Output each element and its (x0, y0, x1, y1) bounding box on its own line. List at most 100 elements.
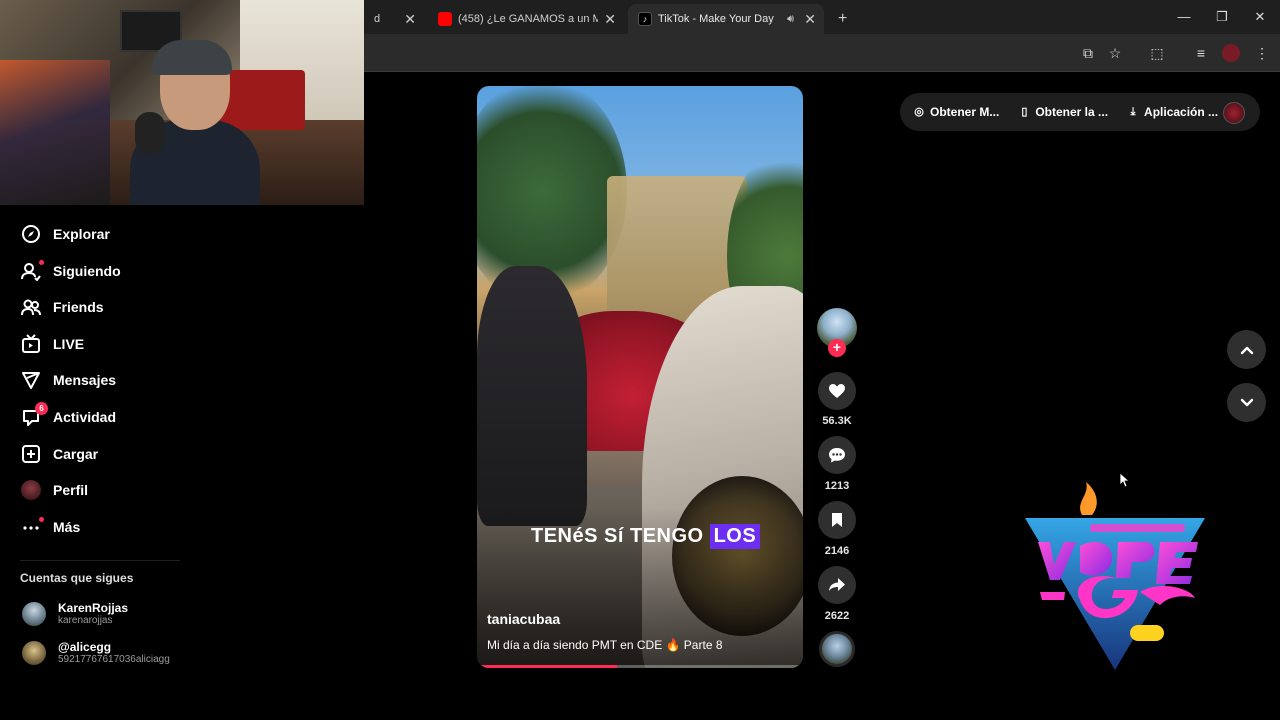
close-icon[interactable]: ✕ (404, 11, 416, 28)
phone-icon: ▯ (1021, 106, 1028, 118)
comment-count: 1213 (824, 480, 850, 492)
sidebar-item-explorar[interactable]: Explorar (20, 220, 110, 248)
video-player[interactable]: TENéS Sí TENGO LOS taniacubaa Mi día a d… (477, 86, 803, 668)
sidebar-divider (20, 560, 180, 561)
tab-2[interactable]: (458) ¿Le GANAMOS a un MILA ✕ (428, 4, 624, 34)
like-button[interactable] (818, 372, 856, 410)
close-window-icon[interactable]: ✕ (1248, 6, 1272, 28)
account-handle: karenarojjas (58, 615, 113, 626)
video-scene (477, 266, 587, 526)
sidebar-item-label: Explorar (53, 226, 110, 242)
screen: d ✕ (458) ¿Le GANAMOS a un MILA ✕ ♪ TikT… (0, 0, 1280, 720)
get-coins-button[interactable]: ◎ Obtener M... (912, 105, 999, 119)
profile-avatar[interactable] (1222, 44, 1240, 62)
minimize-icon[interactable]: — (1172, 6, 1196, 28)
close-icon[interactable]: ✕ (804, 11, 816, 28)
video-description: Mi día a día siendo PMT en CDE 🔥 Parte 8 (487, 638, 723, 652)
maximize-icon[interactable]: ❐ (1210, 6, 1234, 28)
following-account[interactable]: @alicegg 59217767617036aliciagg (22, 638, 170, 668)
tiktok-icon: ♪ (638, 12, 652, 26)
tab-title: TikTok - Make Your Day (658, 13, 774, 25)
caption-highlight: LOS (709, 524, 761, 549)
activity-badge: 6 (35, 402, 48, 415)
desktop-app-button[interactable]: ⤓ Aplicación ... (1126, 105, 1218, 119)
tab-3[interactable]: ♪ TikTok - Make Your Day 🔊︎ ✕ (628, 4, 824, 34)
sidebar-item-label: LIVE (53, 336, 85, 352)
avatar (22, 602, 46, 626)
sidebar-item-label: Más (53, 519, 81, 535)
share-count: 2622 (824, 610, 850, 622)
comment-icon (829, 448, 845, 463)
speaker-icon[interactable]: 🔊︎ (787, 13, 794, 26)
save-count: 2146 (824, 545, 850, 557)
pill-label: Aplicación ... (1144, 105, 1219, 119)
caption-text: TENéS Sí TENGO (531, 525, 704, 547)
account-name: KarenRojjas (58, 601, 129, 615)
heart-icon (829, 384, 845, 398)
following-icon (20, 260, 44, 282)
previous-video-button[interactable] (1227, 330, 1266, 369)
sidebar-item-mensajes[interactable]: Mensajes (20, 366, 116, 394)
star-icon[interactable]: ☆ (1105, 43, 1125, 63)
sidebar-item-siguiendo[interactable]: Siguiendo (20, 257, 121, 285)
youtube-icon (438, 12, 452, 26)
sidebar-item-cargar[interactable]: Cargar (20, 440, 98, 468)
account-name: @alicegg (58, 640, 112, 654)
share-icon (829, 578, 845, 591)
webcam-microphone (135, 112, 165, 154)
webcam-overlay (0, 0, 364, 205)
webcam-cap (152, 40, 232, 75)
activity-icon: 6 (20, 402, 48, 428)
sidebar-item-live[interactable]: LIVE (20, 330, 84, 358)
following-section-title: Cuentas que sigues (20, 571, 134, 585)
sidebar-item-friends[interactable]: Friends (20, 293, 104, 321)
follow-plus-icon[interactable]: + (828, 339, 846, 357)
like-count: 56.3K (822, 415, 852, 427)
extensions-icon[interactable]: ⬚ (1147, 43, 1167, 63)
close-icon[interactable]: ✕ (604, 11, 616, 28)
save-button[interactable] (818, 501, 856, 539)
sidebar-item-label: Perfil (53, 482, 89, 498)
sidebar-item-perfil[interactable]: Perfil (20, 476, 88, 504)
notification-dot (39, 517, 44, 522)
sidebar-item-label: Friends (53, 299, 104, 315)
notification-dot (39, 260, 44, 265)
sidebar-item-mas[interactable]: Más (20, 513, 80, 541)
following-account[interactable]: KarenRojjas karenarojjas (22, 599, 128, 629)
compass-icon (20, 223, 42, 245)
video-caption: TENéS Sí TENGO LOS (531, 524, 761, 549)
sidebar-item-actividad[interactable]: 6 Actividad (20, 402, 117, 431)
upload-icon (20, 443, 42, 465)
music-disc-icon[interactable] (819, 631, 855, 667)
tab-1[interactable]: d ✕ (364, 4, 424, 34)
profile-avatar[interactable] (1223, 102, 1245, 124)
more-icon (20, 516, 44, 538)
profile-avatar (20, 479, 42, 501)
pill-label: Obtener M... (930, 105, 1000, 119)
tab-title: (458) ¿Le GANAMOS a un MILA (458, 13, 598, 25)
get-app-button[interactable]: ▯ Obtener la ... (1017, 105, 1108, 119)
video-author[interactable]: taniacubaa (487, 611, 560, 627)
chevron-up-icon (1240, 346, 1253, 354)
stream-logo (1025, 482, 1205, 670)
coin-icon: ◎ (914, 106, 924, 118)
sidebar-item-label: Actividad (53, 409, 117, 425)
webcam-blur (0, 60, 110, 205)
tab-title: d (374, 13, 381, 25)
sidebar-item-label: Cargar (53, 446, 99, 462)
menu-icon[interactable]: ⋮ (1252, 43, 1272, 63)
live-icon (20, 333, 42, 355)
new-tab-button[interactable]: + (828, 4, 852, 34)
chevron-down-icon (1240, 398, 1253, 406)
bookmark-icon (832, 513, 842, 527)
next-video-button[interactable] (1227, 383, 1266, 422)
sidebar-item-label: Mensajes (53, 372, 117, 388)
comment-button[interactable] (818, 436, 856, 474)
install-icon[interactable]: ⧉ (1078, 43, 1098, 63)
sidebar-item-label: Siguiendo (53, 263, 121, 279)
video-progress-bar[interactable] (477, 665, 803, 668)
friends-icon (20, 296, 42, 318)
share-button[interactable] (818, 566, 856, 604)
media-control-icon[interactable]: ≡ (1191, 43, 1211, 63)
pill-label: Obtener la ... (1035, 105, 1109, 119)
